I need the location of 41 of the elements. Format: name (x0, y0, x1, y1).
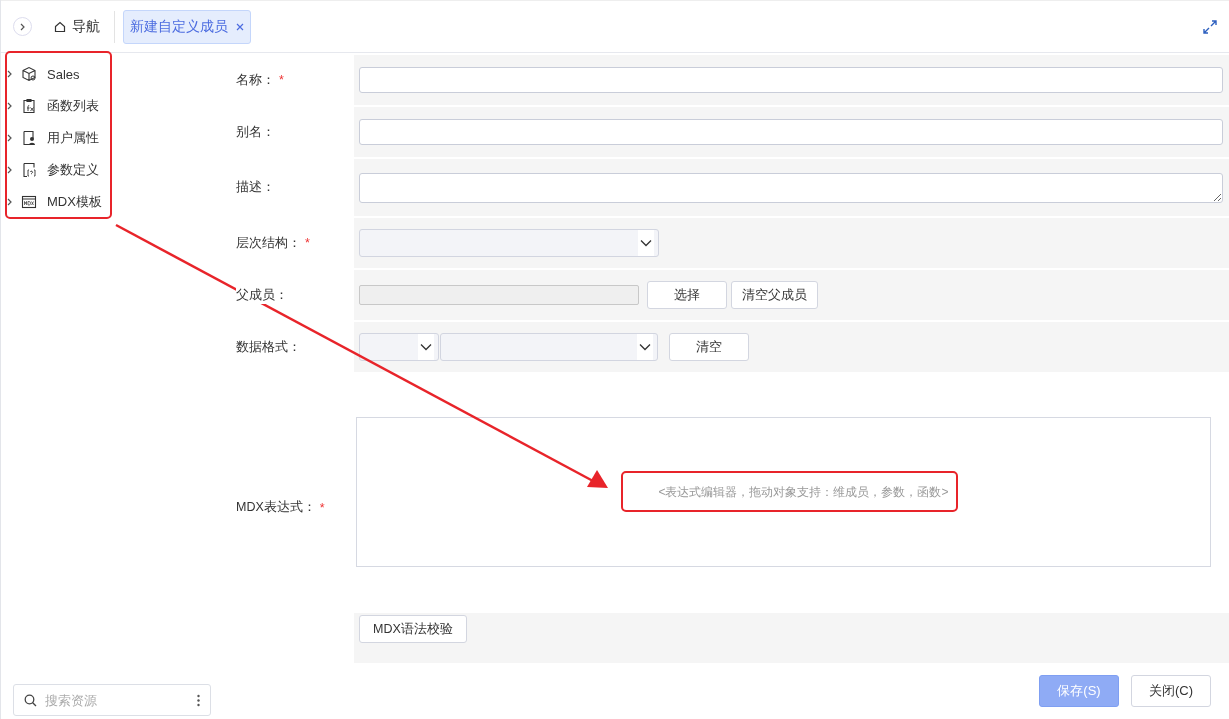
chevron-right-icon[interactable] (7, 166, 13, 174)
expand-icon[interactable] (1203, 19, 1217, 34)
close-icon[interactable] (236, 22, 244, 31)
tree-item[interactable]: 用户属性 (1, 122, 219, 154)
field-label: MDX表达式： (236, 499, 316, 516)
template-icon (21, 194, 37, 210)
tree-item[interactable]: 函数列表 (1, 90, 219, 122)
textarea-field[interactable] (359, 172, 1223, 203)
chevron-right-icon[interactable] (7, 198, 13, 206)
text-input-field[interactable] (359, 119, 1223, 145)
caret-down-icon (640, 239, 652, 247)
search-icon (24, 693, 37, 707)
syntax-check-button[interactable]: MDX语法校验 (359, 615, 467, 643)
text-input-field[interactable] (359, 67, 1223, 93)
nav-link[interactable]: 导航 (48, 10, 115, 43)
action-button[interactable]: 清空父成员 (731, 281, 818, 309)
tab[interactable]: 新建自定义成员 (123, 9, 251, 44)
search-field[interactable]: 搜索资源 (13, 684, 211, 716)
cube-icon (21, 66, 37, 82)
home-icon (54, 20, 66, 33)
clear-button[interactable]: 清空 (669, 333, 749, 361)
caret-down-icon (639, 343, 651, 351)
tree-item[interactable]: 参数定义 (1, 154, 219, 186)
caret-down-icon (420, 343, 432, 351)
dropdown-field[interactable] (359, 333, 439, 361)
function-doc-icon (21, 98, 37, 114)
chevron-right-icon[interactable] (7, 102, 13, 110)
doc-bracket-icon (21, 162, 37, 178)
chevron-right-icon[interactable] (7, 134, 13, 142)
tree-item[interactable]: MDX模板 (1, 186, 219, 218)
footer-button[interactable]: 关闭(C) (1131, 674, 1211, 707)
more-icon[interactable] (197, 693, 200, 707)
tree-item[interactable]: Sales (1, 58, 219, 90)
dropdown-field[interactable] (440, 333, 658, 361)
required-mark: * (319, 500, 325, 515)
chevron-right-icon[interactable] (7, 70, 13, 78)
editor-placeholder: <表达式编辑器，拖动对象支持：维成员，参数，函数> (657, 483, 949, 501)
doc-user-icon (21, 130, 37, 146)
action-button[interactable]: 选择 (647, 281, 727, 309)
chevron-right-icon[interactable] (19, 22, 26, 31)
dropdown-field[interactable] (359, 229, 659, 257)
